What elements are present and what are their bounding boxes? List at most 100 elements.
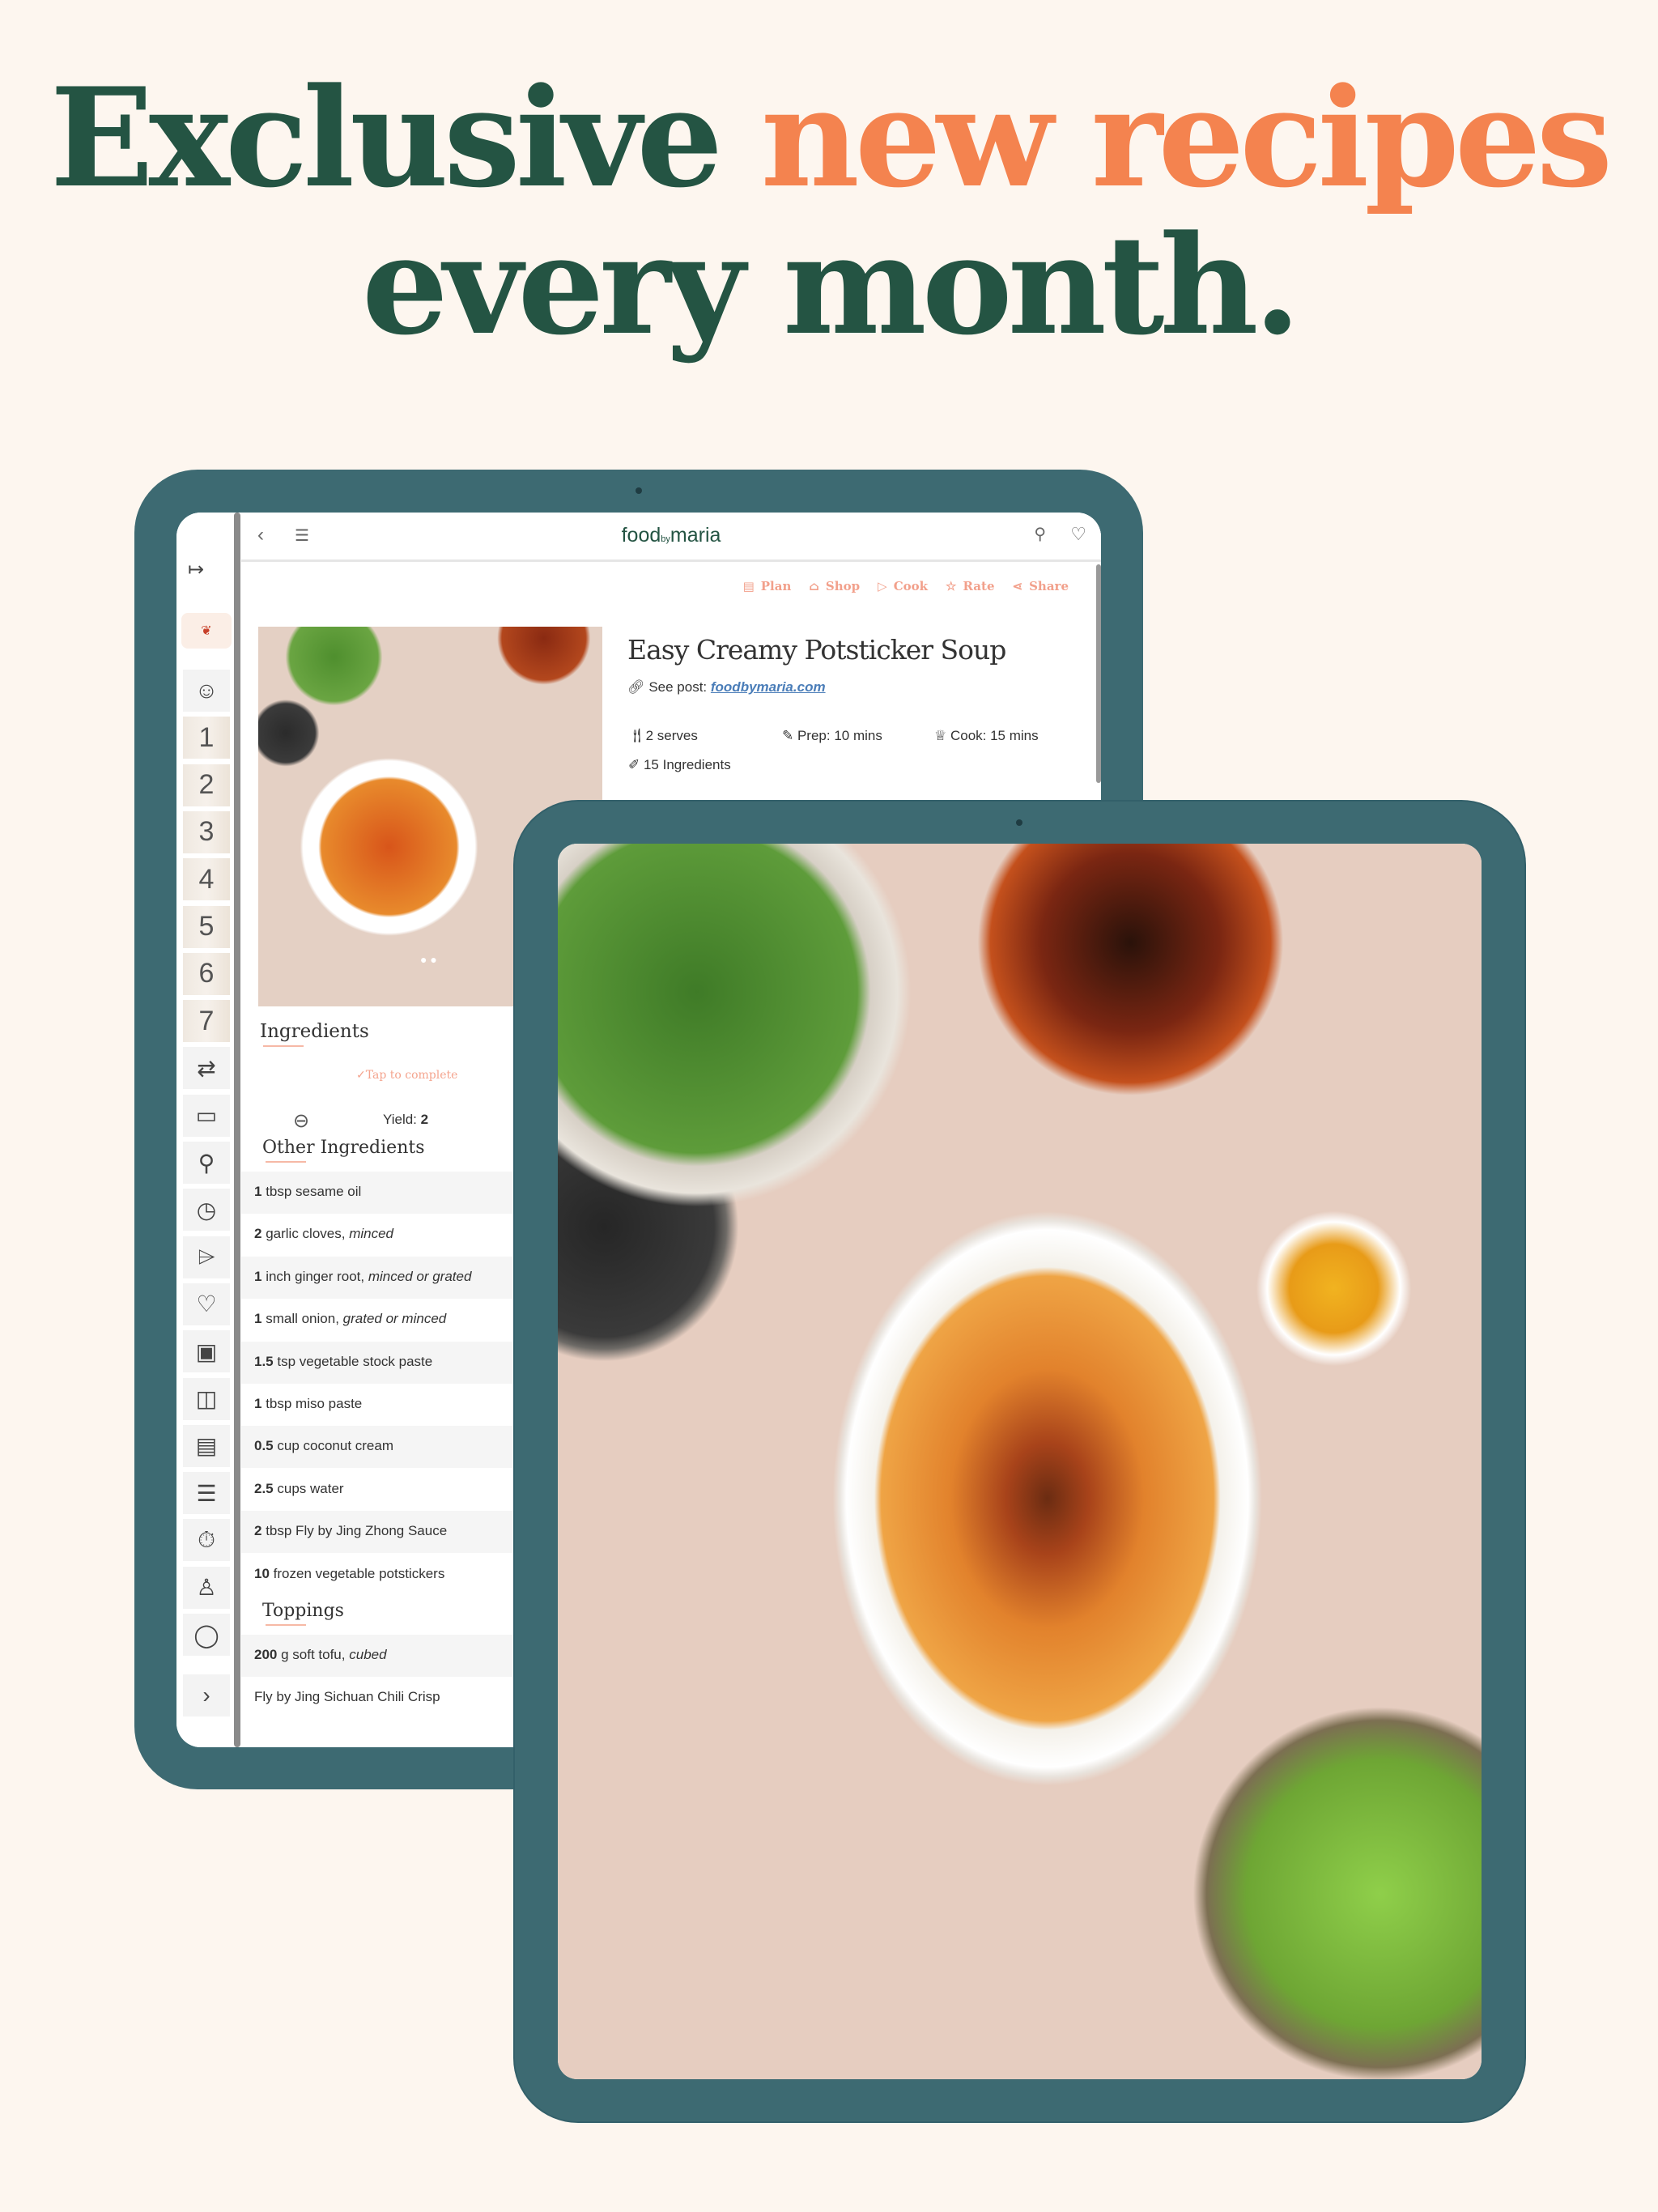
sidebar-day-2[interactable]: 2 (183, 764, 230, 806)
prep-time: ✎ Prep: 10 mins (782, 728, 882, 744)
see-post-link[interactable]: foodbymaria.com (711, 679, 826, 695)
ingredient-qty: 1 (254, 1268, 262, 1284)
sidebar: ↦ ❦ ☺ 1 2 3 4 5 6 7 ⇄ ▭ ⚲ ◷ ⌲ ♡ ▣ ◫ ▤ ☰ ⏱ ♙ ◯ › (176, 513, 236, 1747)
ingredient-note: cubed (349, 1647, 387, 1662)
ingredient-qty: 200 (254, 1647, 278, 1662)
yield-value: 2 (420, 1112, 429, 1127)
ingredient-name: tbsp miso paste (266, 1396, 363, 1411)
link-icon: 🔗︎ (627, 679, 649, 695)
sidebar-checklist-icon[interactable]: ☰ (183, 1472, 230, 1515)
sidebar-chat-icon[interactable]: ◯ (183, 1614, 230, 1656)
ingredient-qty: 2 (254, 1226, 262, 1242)
camera (636, 487, 642, 494)
see-post: 🔗︎ See post: foodbymaria.com (627, 679, 826, 696)
ingredient-qty: 1 (254, 1311, 262, 1327)
sidebar-timer-icon[interactable]: ⏱ (183, 1519, 230, 1562)
ingredient-note: minced (349, 1226, 394, 1242)
ingredient-row[interactable]: 0.5 cup coconut cream (241, 1426, 517, 1469)
ingredient-name: tbsp Fly by Jing Zhong Sauce (266, 1523, 448, 1539)
front-tablet (515, 802, 1524, 2121)
ingredient-row[interactable]: 1 inch ginger root, minced or grated (241, 1256, 517, 1299)
sidebar-chef-icon[interactable]: ♙ (183, 1566, 230, 1609)
ingredient-row[interactable]: 200 g soft tofu, cubed (241, 1635, 517, 1677)
sidebar-search-icon[interactable]: ⚲ (183, 1142, 230, 1184)
headline-accent: new recipes (760, 57, 1613, 218)
sidebar-swap-icon[interactable]: ⇄ (183, 1047, 230, 1090)
sidebar-day-4[interactable]: 4 (183, 858, 230, 901)
basket-icon: ⌂ (809, 579, 819, 593)
top-bar: ‹ ☰ foodbymaria ⚲ ♡ (241, 513, 1101, 562)
ingredient-note: grated or minced (342, 1311, 447, 1327)
sidebar-heart-icon[interactable]: ♡ (183, 1283, 230, 1325)
action-plan[interactable]: ▤ Plan (743, 579, 792, 593)
sidebar-tags-icon[interactable]: ⌲ (183, 1236, 230, 1278)
soup-photo (558, 844, 1482, 2079)
ingredient-name: cups water (277, 1480, 344, 1496)
carousel-dots[interactable]: ● ● (420, 953, 437, 966)
ingredient-row[interactable]: 1 small onion, grated or minced (241, 1299, 517, 1342)
ingredient-row[interactable]: 10 frozen vegetable potstickers (241, 1553, 517, 1596)
ingredient-name: tsp vegetable stock paste (277, 1353, 433, 1369)
pin-icon[interactable]: ⚲ (1034, 524, 1046, 544)
ingredient-qty: 2 (254, 1523, 262, 1539)
ingredient-row[interactable]: 2.5 cups water (241, 1468, 517, 1511)
action-label: Share (1029, 579, 1069, 593)
ingredient-section-title: Toppings (262, 1601, 344, 1626)
decrease-yield-button[interactable]: ⊖ (293, 1109, 309, 1133)
ingredient-name: inch ginger root, (266, 1268, 365, 1284)
expand-sidebar-icon[interactable]: ↦ (188, 558, 204, 581)
action-cook[interactable]: ▷ Cook (878, 579, 928, 593)
cook-text: Cook: 15 mins (950, 728, 1039, 743)
sidebar-day-1[interactable]: 1 (183, 717, 230, 759)
heart-icon[interactable]: ♡ (1070, 524, 1086, 545)
action-share[interactable]: ⋖ Share (1013, 579, 1069, 593)
action-shop[interactable]: ⌂ Shop (809, 579, 860, 593)
ingredient-section-title: Other Ingredients (262, 1138, 425, 1163)
ingredient-qty: 2.5 (254, 1480, 274, 1496)
sidebar-clock-icon[interactable]: ◷ (183, 1189, 230, 1231)
ingredient-row[interactable]: 2 garlic cloves, minced (241, 1214, 517, 1257)
ingredient-qty: 10 (254, 1565, 270, 1581)
play-icon: ▷ (878, 579, 887, 593)
yield-label: Yield: (383, 1112, 417, 1127)
sidebar-calendar-icon[interactable]: ▤ (183, 1424, 230, 1467)
sidebar-logo[interactable]: ❦ (181, 613, 232, 649)
cook-time: ♕ Cook: 15 mins (934, 728, 1039, 744)
sidebar-day-3[interactable]: 3 (183, 810, 230, 853)
headline-part: Exclusive (49, 57, 761, 218)
ingredient-qty: 1.5 (254, 1353, 274, 1369)
app-logo: foodbymaria (241, 524, 1101, 547)
sidebar-book-icon[interactable]: ▭ (183, 1094, 230, 1137)
ingredient-row[interactable]: Fly by Jing Sichuan Chili Crisp (241, 1677, 517, 1720)
carrot-icon: ✐ (628, 757, 644, 772)
ingredient-row[interactable]: 1 tbsp sesame oil (241, 1172, 517, 1214)
camera (1016, 819, 1022, 826)
star-icon: ☆ (946, 579, 957, 593)
logo-veggies-icon: ❦ (201, 624, 212, 638)
content-scrollbar[interactable] (1096, 564, 1101, 783)
ingredient-row[interactable]: 1 tbsp miso paste (241, 1384, 517, 1426)
sidebar-day-5[interactable]: 5 (183, 905, 230, 948)
front-screen (558, 844, 1482, 2079)
sidebar-pantry-icon[interactable]: ▣ (183, 1330, 230, 1373)
action-rate[interactable]: ☆ Rate (946, 579, 994, 593)
tap-text: Tap to complete (365, 1069, 458, 1082)
utensils-icon: 🍴︎ (628, 728, 646, 743)
ingredient-name: g soft tofu, (281, 1647, 346, 1662)
sidebar-day-6[interactable]: 6 (183, 952, 230, 995)
headline-line-2: every month. (361, 205, 1301, 365)
action-label: Plan (760, 579, 792, 593)
chevron-right-icon[interactable]: › (183, 1674, 230, 1716)
ingredient-row[interactable]: 1.5 tsp vegetable stock paste (241, 1341, 517, 1384)
sidebar-day-7[interactable]: 7 (183, 1000, 230, 1043)
sidebar-saved-icon[interactable]: ◫ (183, 1377, 230, 1420)
ingredient-row[interactable]: 2 tbsp Fly by Jing Zhong Sauce (241, 1511, 517, 1554)
tap-to-complete[interactable]: ✓Tap to complete (356, 1069, 457, 1082)
calendar-icon: ▤ (742, 579, 755, 593)
sidebar-scrollbar[interactable] (234, 513, 240, 1747)
share-icon: ⋖ (1012, 579, 1023, 593)
sidebar-user-icon[interactable]: ☺ (183, 670, 230, 712)
recipe-actions: ▤ Plan ⌂ Shop ▷ Cook ☆ Rate ⋖ Share (743, 579, 1069, 593)
ingredient-name: cup coconut cream (277, 1438, 394, 1454)
serves: 🍴︎2 serves (628, 728, 698, 744)
